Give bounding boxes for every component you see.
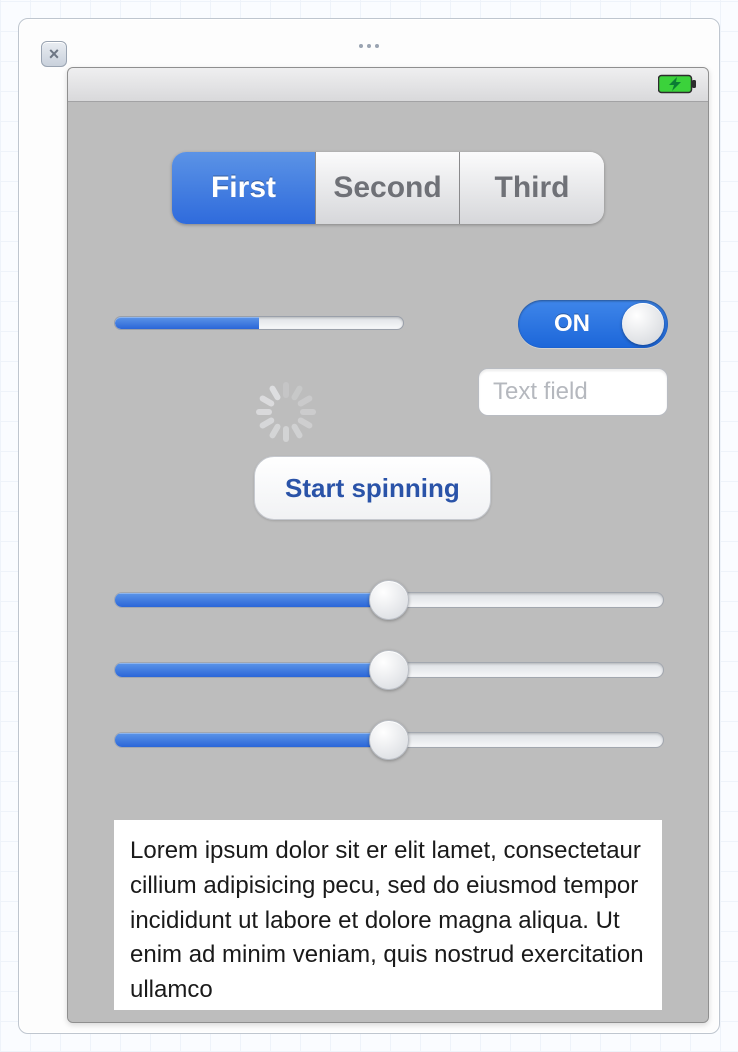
slider-fill: [115, 663, 389, 677]
close-canvas-button[interactable]: ×: [41, 41, 67, 67]
text-field-placeholder: Text field: [493, 378, 588, 406]
progress-bar: [114, 316, 404, 330]
slider-2[interactable]: [114, 650, 664, 690]
slider-fill: [115, 733, 389, 747]
toggle-switch[interactable]: ON: [518, 300, 668, 348]
status-bar: [68, 68, 708, 102]
progress-fill: [115, 317, 259, 329]
slider-1[interactable]: [114, 580, 664, 620]
switch-knob-icon: [622, 303, 664, 345]
slider-thumb-icon[interactable]: [369, 580, 409, 620]
segmented-control[interactable]: First Second Third: [172, 152, 604, 224]
start-spinning-button[interactable]: Start spinning: [254, 456, 491, 520]
canvas-grip-top: [359, 44, 379, 48]
slider-3[interactable]: [114, 720, 664, 760]
segment-third[interactable]: Third: [460, 152, 604, 224]
slider-thumb-icon[interactable]: [369, 650, 409, 690]
slider-thumb-icon[interactable]: [369, 720, 409, 760]
slider-fill: [115, 593, 389, 607]
segment-first[interactable]: First: [172, 152, 316, 224]
device-view[interactable]: First Second Third ON Text field Start s…: [67, 67, 709, 1023]
text-field[interactable]: Text field: [478, 368, 668, 416]
interface-builder-canvas: × First Second Third: [18, 18, 720, 1034]
device-body: First Second Third ON Text field Start s…: [68, 102, 708, 1022]
text-view[interactable]: Lorem ipsum dolor sit er elit lamet, con…: [114, 820, 662, 1010]
activity-indicator-icon: [256, 382, 316, 442]
battery-charging-icon: [658, 74, 698, 94]
segment-second[interactable]: Second: [316, 152, 460, 224]
